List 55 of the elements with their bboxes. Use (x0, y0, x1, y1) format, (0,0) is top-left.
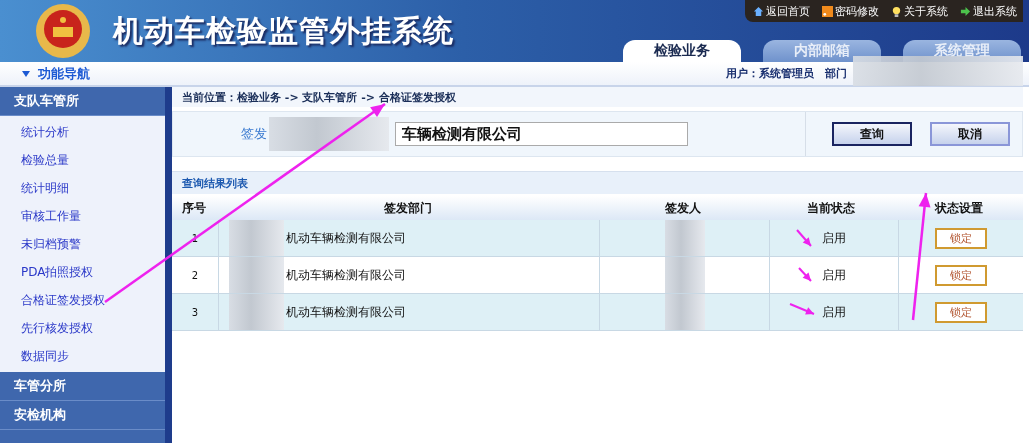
redaction-blur (229, 294, 284, 330)
table-cell: 机动车辆检测有限公司 (286, 303, 406, 321)
lock-button[interactable]: 锁定 (935, 227, 987, 249)
sidebar-item[interactable]: PDA拍照授权 (0, 258, 165, 286)
rss-icon (822, 5, 833, 17)
sidebar-item[interactable]: 数据同步 (0, 342, 165, 370)
splitter-bar[interactable] (165, 87, 172, 443)
annotation-arrow (798, 267, 812, 282)
sidebar-group[interactable]: 车管分所 (0, 372, 165, 401)
arrow-icon (960, 5, 971, 17)
action-button[interactable]: 取消 (930, 122, 1010, 146)
user-info: 用户：系统管理员 部门 (726, 66, 847, 81)
sidebar-item[interactable]: 审核工作量 (0, 202, 165, 230)
sidebar-item[interactable]: 检验总量 (0, 146, 165, 174)
sidebar-item[interactable]: 统计分析 (0, 118, 165, 146)
annotation-arrow (789, 303, 815, 315)
emblem-icon (35, 3, 91, 59)
redaction-blur (229, 220, 284, 256)
lightbulb-icon (891, 5, 902, 17)
redaction-blur (664, 294, 705, 330)
nav-title: 功能导航 (22, 64, 90, 83)
sidebar-item[interactable]: 未归档预警 (0, 230, 165, 258)
lock-button[interactable]: 锁定 (935, 301, 987, 323)
header-link[interactable]: 退出系统 (960, 3, 1017, 19)
house-icon (753, 5, 764, 17)
header-link[interactable]: 关于系统 (891, 3, 948, 19)
header-link[interactable]: 密码修改 (822, 3, 879, 19)
redaction-blur (229, 257, 284, 293)
field-label: 签发 (241, 125, 267, 143)
breadcrumb: 当前位置：检验业务 -> 支队车管所 -> 合格证签发授权 (172, 87, 1023, 107)
redaction-blur (664, 220, 705, 256)
table-cell: 3 (172, 294, 219, 330)
table-cell: 机动车辆检测有限公司 (286, 229, 406, 247)
sidebar-group[interactable]: 支队车管所 (0, 87, 165, 116)
column-header: 签发部门 (383, 199, 433, 217)
sidebar-item[interactable]: 统计明细 (0, 174, 165, 202)
sidebar-item[interactable]: 先行核发授权 (0, 314, 165, 342)
caret-icon (22, 71, 30, 77)
redaction-blur (664, 257, 705, 293)
table-cell: 2 (172, 257, 219, 293)
sidebar-item[interactable]: 合格证签发授权 (0, 286, 165, 314)
sidebar-group[interactable]: 安检机构 (0, 401, 165, 430)
header-link[interactable]: 返回首页 (753, 3, 810, 19)
nav-tab[interactable]: 检验业务 (623, 40, 741, 62)
column-header: 当前状态 (806, 199, 856, 217)
column-header: 状态设置 (933, 199, 984, 217)
app-title: 机动车检验监管外挂系统 (113, 11, 454, 50)
action-button[interactable]: 查询 (832, 122, 912, 146)
input-field[interactable]: 车辆检测有限公司 (395, 122, 688, 146)
table-cell: 机动车辆检测有限公司 (286, 266, 406, 284)
lock-button[interactable]: 锁定 (935, 264, 987, 286)
column-header: 签发人 (663, 199, 702, 217)
annotation-arrow (796, 229, 812, 247)
results-title: 查询结果列表 (172, 171, 1023, 194)
column-header: 序号 (181, 199, 207, 217)
